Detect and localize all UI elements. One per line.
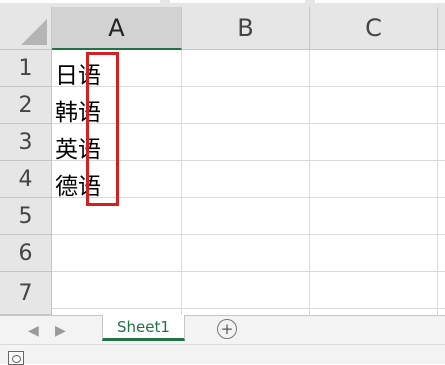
column-header-c[interactable]: C bbox=[310, 7, 438, 50]
macro-record-icon[interactable] bbox=[8, 351, 24, 365]
column-header-d-partial[interactable] bbox=[438, 7, 445, 50]
highlight-box bbox=[86, 52, 119, 206]
gridline-row bbox=[52, 271, 445, 272]
status-bar bbox=[0, 344, 445, 365]
ribbon-edge-segment bbox=[0, 0, 160, 3]
ribbon-edge-segment bbox=[170, 0, 305, 3]
row-header-6[interactable]: 6 bbox=[0, 235, 52, 272]
ribbon-edge-segment bbox=[315, 0, 445, 3]
select-all-triangle-icon bbox=[21, 19, 47, 45]
gridline-row bbox=[52, 308, 445, 309]
column-header-a[interactable]: A bbox=[52, 7, 182, 50]
row-header-3[interactable]: 3 bbox=[0, 124, 52, 161]
select-all-corner[interactable] bbox=[0, 7, 52, 50]
gridline-column bbox=[309, 50, 310, 315]
sheet-tab-sheet1[interactable]: Sheet1 bbox=[102, 315, 185, 341]
plus-circle-icon[interactable]: + bbox=[217, 319, 237, 339]
triangle-left-icon[interactable]: ◀ bbox=[28, 323, 39, 339]
triangle-right-icon[interactable]: ▶ bbox=[55, 323, 66, 339]
row-header-5[interactable]: 5 bbox=[0, 198, 52, 235]
row-header-7[interactable]: 7 bbox=[0, 272, 52, 315]
row-header-1[interactable]: 1 bbox=[0, 50, 52, 87]
column-header-b[interactable]: B bbox=[182, 7, 310, 50]
sheet-tab-bar: ◀ ▶ Sheet1 + bbox=[0, 315, 445, 344]
row-header-2[interactable]: 2 bbox=[0, 87, 52, 124]
row-header-4[interactable]: 4 bbox=[0, 161, 52, 198]
gridline-row bbox=[52, 234, 445, 235]
gridline-column bbox=[181, 50, 182, 315]
gridline-column bbox=[437, 50, 438, 315]
ribbon-edge bbox=[0, 0, 445, 7]
